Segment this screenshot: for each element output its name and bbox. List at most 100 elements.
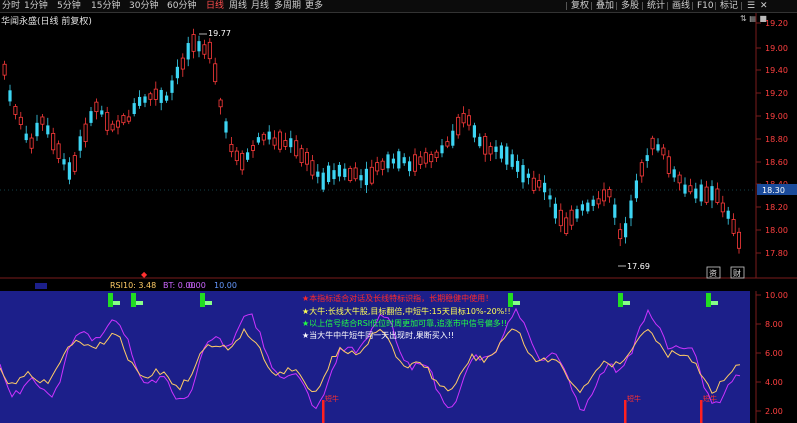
candle-up (18, 116, 23, 125)
candle-up (348, 167, 353, 181)
candle-down (694, 188, 698, 199)
candle-down (699, 184, 703, 202)
candle-up (569, 209, 574, 226)
candle-down (391, 158, 395, 164)
candle-up (661, 147, 666, 156)
indicator-value-1: 0.00 (188, 281, 206, 290)
candle-up (537, 180, 542, 188)
candle-down (645, 155, 649, 162)
candle-down (224, 121, 228, 133)
buy-signal-bar (131, 293, 136, 307)
candle-up (191, 34, 196, 52)
candle-down (321, 172, 325, 190)
buy-signal-flag (205, 301, 212, 305)
buy-signal-bar (706, 293, 711, 307)
candle-up (83, 123, 88, 143)
current-price-tag: 18.30 (0, 184, 797, 195)
current-price-label: 18.30 (762, 186, 785, 195)
candle-up (466, 115, 471, 126)
price-tick-label: 18.20 (765, 203, 788, 212)
candle-down (359, 175, 363, 181)
candle-up (105, 112, 110, 131)
price-tick-label: 18.80 (765, 135, 788, 144)
candle-down (521, 165, 525, 183)
candle-down (543, 182, 547, 193)
candle-up (126, 116, 131, 122)
candle-down (246, 152, 250, 160)
indicator-tick-label: 4.00 (765, 378, 783, 387)
candle-down (316, 171, 320, 177)
candle-up (602, 189, 607, 202)
candle-down (327, 165, 331, 183)
buy-signal-flag (513, 301, 520, 305)
candle-down (526, 173, 530, 178)
candle-down (67, 162, 71, 180)
info-box-zi[interactable]: 资 (709, 268, 717, 278)
candle-up (618, 229, 623, 240)
indicator-value-2: 10.00 (214, 281, 237, 290)
candle-up (720, 202, 725, 213)
candle-up (29, 137, 34, 149)
candle-up (715, 188, 720, 203)
candle-up (666, 156, 671, 174)
note-line-4: ★当大牛中牛短牛同一天出现时,果断买入!! (302, 330, 454, 340)
candle-up (488, 146, 493, 155)
candle-down (8, 90, 12, 102)
indicator-tick-label: 8.00 (765, 320, 783, 329)
candle-down (197, 41, 201, 52)
candle-down (159, 89, 163, 103)
candlestick-series (2, 28, 742, 254)
candle-up (558, 209, 563, 227)
candle-up (240, 152, 245, 171)
buy-signal-flag (711, 301, 718, 305)
candle-down (78, 136, 82, 151)
buy-signal-bar (108, 293, 113, 307)
candle-down (553, 203, 557, 219)
candle-up (607, 188, 612, 198)
candle-up (218, 99, 223, 108)
candle-up (13, 106, 18, 115)
kline-chart-area[interactable]: 19.20 19.00 19.40 19.20 19.00 18.80 18.6… (0, 0, 797, 423)
candle-down (505, 146, 509, 165)
candle-up (207, 41, 212, 60)
candle-down (35, 122, 39, 137)
candle-up (304, 151, 309, 165)
candle-down (267, 131, 271, 140)
candle-down (710, 186, 714, 201)
candle-up (596, 198, 601, 205)
candle-up (148, 93, 153, 100)
info-boxes[interactable]: 资 财 (706, 266, 745, 279)
buy-signal-bar (618, 293, 623, 307)
short-bull-bar (322, 400, 325, 423)
high-price-label: 19.77 (208, 29, 231, 38)
candle-up (461, 113, 466, 124)
candle-up (202, 44, 207, 55)
candle-up (434, 151, 439, 158)
candle-up (639, 162, 644, 177)
short-bull-bar (700, 400, 703, 423)
buy-signal-flag (136, 301, 143, 305)
candle-down (624, 223, 628, 238)
candle-down (472, 125, 476, 138)
price-tick-label: 19.00 (765, 44, 788, 53)
candle-up (250, 145, 255, 151)
short-bull-bar (624, 400, 627, 423)
candle-up (72, 155, 77, 172)
candle-down (256, 137, 260, 143)
candle-down (332, 170, 336, 180)
candle-down (586, 202, 590, 212)
info-box-cai[interactable]: 财 (733, 268, 741, 278)
short-bull-label: 短牛 (627, 394, 641, 403)
candle-up (412, 154, 417, 172)
candle-up (51, 133, 56, 151)
candle-down (683, 184, 687, 194)
candle-up (310, 160, 315, 176)
candle-down (726, 210, 730, 219)
high-annotation: 19.77 (199, 29, 231, 38)
candle-up (737, 231, 742, 249)
candle-up (380, 160, 385, 170)
indicator-header: RSI10: 3.48 BT: 0.00 0.00 10.00 (35, 281, 237, 290)
candle-up (277, 131, 282, 150)
candle-up (153, 88, 158, 100)
candle-down (343, 168, 347, 178)
